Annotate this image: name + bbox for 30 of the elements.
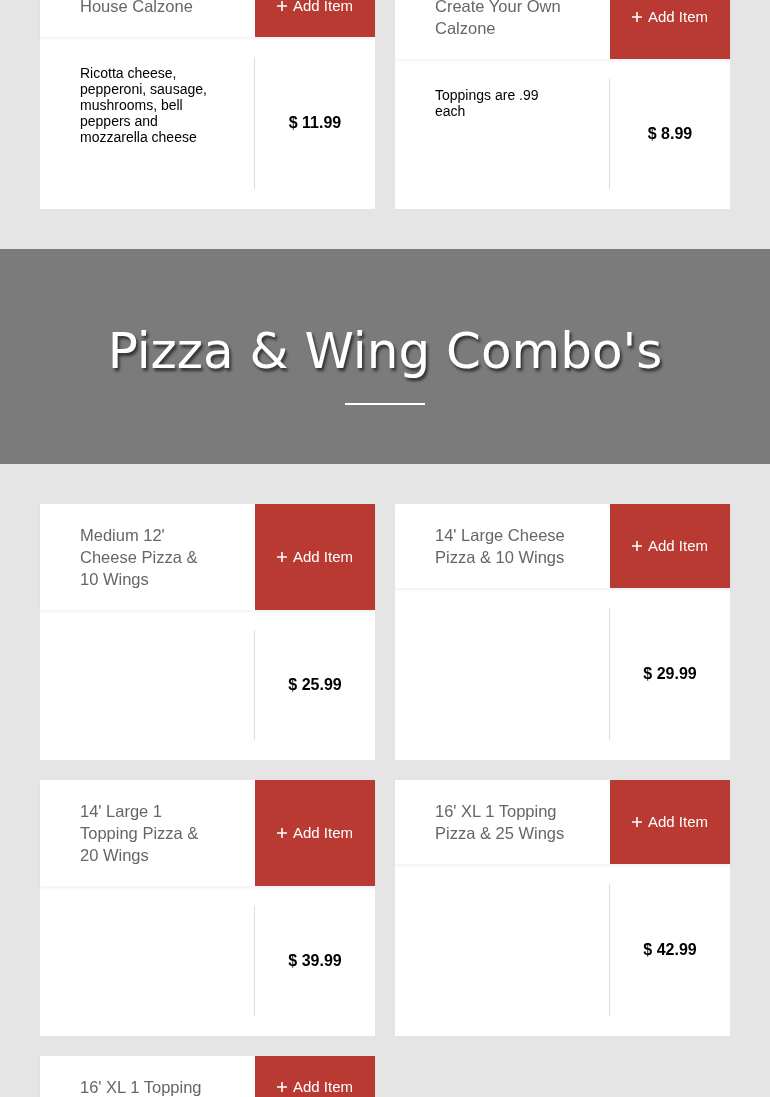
add-item-button[interactable]: Add Item <box>255 780 375 886</box>
item-price: $ 11.99 <box>288 113 342 133</box>
item-price: $ 25.99 <box>288 675 342 695</box>
item-title: 16' XL 1 Topping <box>79 1077 203 1097</box>
plus-icon <box>632 541 642 551</box>
item-title: 14' Large Cheese Pizza & 10 Wings <box>434 525 566 568</box>
plus-icon <box>632 817 642 827</box>
plus-icon <box>277 828 287 838</box>
item-price: $ 39.99 <box>288 951 342 971</box>
item-title: 16' XL 1 Topping Pizza & 25 Wings <box>434 801 566 844</box>
item-price: $ 8.99 <box>647 124 693 144</box>
add-item-button[interactable]: Add Item <box>255 0 375 37</box>
add-item-button[interactable]: Add Item <box>610 504 730 588</box>
item-description: Toppings are .99 each <box>435 87 540 119</box>
section-title: Pizza & Wing Combo's <box>107 320 663 381</box>
item-title: Medium 12' Cheese Pizza & 10 Wings <box>79 525 199 590</box>
add-item-button[interactable]: Add Item <box>610 780 730 864</box>
plus-icon <box>277 1 287 11</box>
add-item-button[interactable]: Add Item <box>255 504 375 610</box>
item-price: $ 29.99 <box>643 664 697 684</box>
add-item-button[interactable]: Add Item <box>255 1056 375 1097</box>
item-title: 14' Large 1 Topping Pizza & 20 Wings <box>79 801 200 866</box>
item-description: Ricotta cheese, pepperoni, sausage, mushrooms, bell peppers and mozzarella cheese <box>80 65 208 145</box>
item-price: $ 42.99 <box>643 940 697 960</box>
add-item-button[interactable]: Add Item <box>610 0 730 59</box>
plus-icon <box>277 1082 287 1092</box>
plus-icon <box>632 12 642 22</box>
plus-icon <box>277 552 287 562</box>
item-title: Create Your Own Calzone <box>434 0 562 39</box>
item-title: House Calzone <box>79 0 194 17</box>
